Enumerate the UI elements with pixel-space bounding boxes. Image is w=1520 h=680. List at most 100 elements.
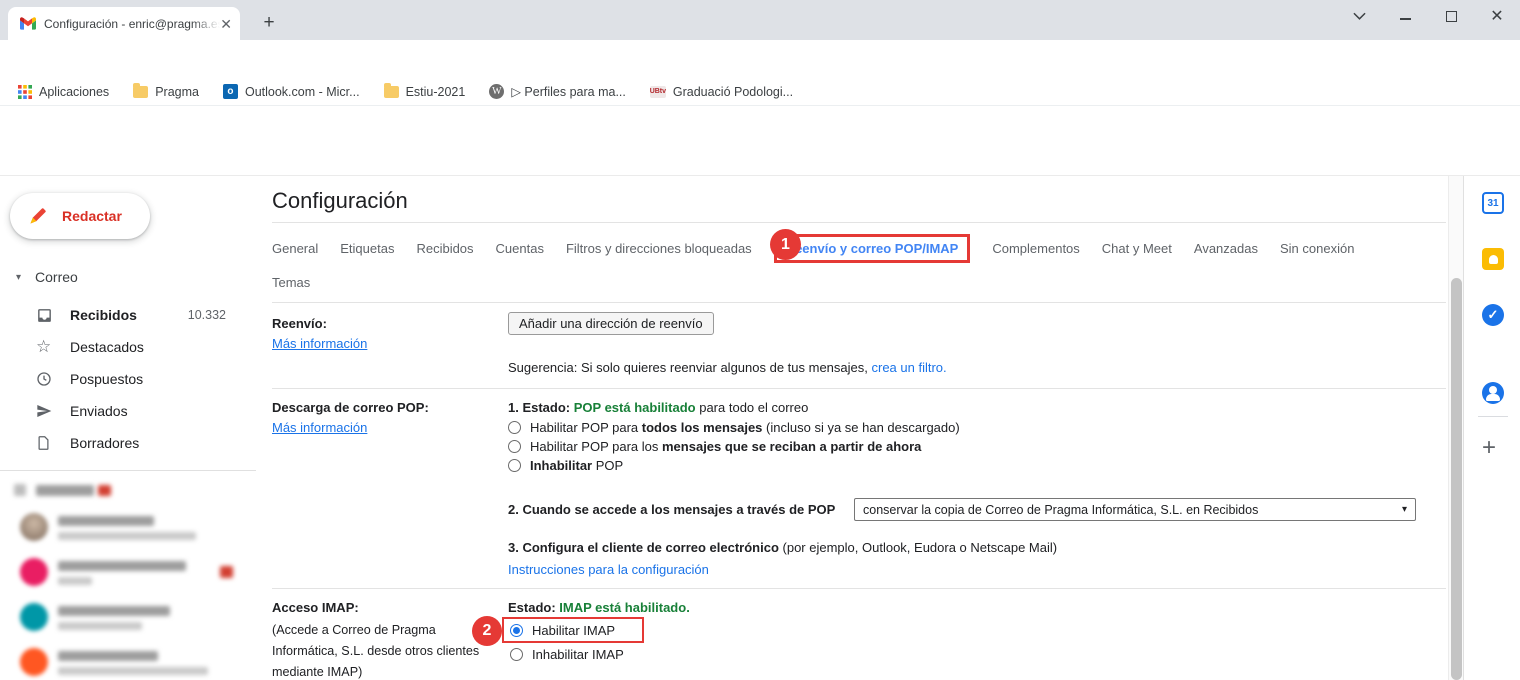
tab-avanzadas[interactable]: Avanzadas	[1194, 241, 1258, 256]
sidebar-item-label: Recibidos	[70, 307, 137, 323]
tasks-icon[interactable]: ✓	[1482, 304, 1504, 326]
imap-sublabel: (Accede a Correo de Pragma Informática, …	[272, 623, 480, 679]
pop-when-label: 2. Cuando se accede a los mensajes a tra…	[508, 502, 836, 517]
get-addons-plus-icon[interactable]: +	[1482, 434, 1496, 462]
bookmark-label: Graduació Podologi...	[672, 84, 794, 99]
tab-temas[interactable]: Temas	[272, 275, 310, 290]
avatar	[20, 558, 48, 586]
tab-sin-conexion[interactable]: Sin conexión	[1280, 241, 1354, 256]
bookmark-estiu[interactable]: Estiu-2021	[383, 82, 466, 99]
imap-label: Acceso IMAP:	[272, 600, 359, 615]
pop-more-link[interactable]: Más información	[272, 420, 367, 435]
star-icon: ☆	[36, 337, 52, 356]
imap-status-prefix: Estado:	[508, 600, 560, 615]
inbox-icon	[36, 307, 54, 324]
tab-cuentas[interactable]: Cuentas	[496, 241, 544, 256]
new-tab-button[interactable]: +	[256, 10, 282, 36]
bookmark-perfiles[interactable]: W ▷ Perfiles para ma...	[489, 84, 626, 99]
pop-status-prefix: 1. Estado:	[508, 400, 574, 415]
keep-icon[interactable]	[1482, 248, 1504, 270]
avatar	[20, 603, 48, 631]
avatar	[20, 648, 48, 676]
gmail-header: Gmail Activo ▾ ? ⚙ PRAGMA E	[0, 106, 1520, 274]
pop-option-from-now[interactable]: Habilitar POP para los mensajes que se r…	[508, 439, 921, 454]
chat-contact[interactable]	[0, 513, 256, 553]
bookmark-label: Outlook.com - Micr...	[244, 84, 360, 99]
tab-reenvio-pop-imap[interactable]: Reenvío y correo POP/IMAP	[773, 233, 971, 263]
bookmark-label: Estiu-2021	[405, 84, 466, 99]
unread-count: 10.332	[187, 308, 226, 322]
add-forwarding-address-button[interactable]: Añadir una dirección de reenvío	[508, 312, 714, 335]
sidebar-item-inbox[interactable]: Recibidos 10.332	[0, 299, 248, 331]
hint-text: Sugerencia: Si solo quieres reenviar alg…	[508, 360, 872, 375]
clock-icon	[36, 371, 54, 387]
bookmark-label: ▷ Perfiles para ma...	[511, 85, 626, 99]
select-arrow-icon: ▾	[1401, 504, 1407, 515]
tab-recibidos[interactable]: Recibidos	[416, 241, 473, 256]
calendar-icon[interactable]: 31	[1482, 192, 1504, 214]
tab-search-icon[interactable]	[1336, 0, 1382, 32]
wordpress-icon: W	[489, 84, 505, 99]
sidebar-item-label: Destacados	[70, 339, 144, 355]
chat-contact[interactable]	[0, 603, 256, 643]
radio-unchecked[interactable]	[508, 440, 521, 453]
chat-contact[interactable]	[0, 648, 256, 680]
bookmarks-bar: Aplicaciones Pragma o Outlook.com - Micr.…	[0, 78, 1520, 106]
pencil-icon	[30, 208, 46, 224]
settings-content: Configuración General Etiquetas Recibido…	[256, 176, 1448, 680]
annotation-step-2: 2	[472, 616, 502, 646]
sidebar-item-label: Enviados	[70, 403, 128, 419]
sidebar-item-drafts[interactable]: Borradores	[0, 427, 248, 459]
tab-chat-meet[interactable]: Chat y Meet	[1102, 241, 1172, 256]
pop-copy-select[interactable]: conservar la copia de Correo de Pragma I…	[854, 498, 1416, 521]
radio-unchecked[interactable]	[508, 421, 521, 434]
bookmark-outlook[interactable]: o Outlook.com - Micr...	[222, 84, 360, 99]
send-icon	[36, 403, 54, 419]
pop-status-suffix: para todo el correo	[695, 400, 809, 415]
mail-section-label: Correo	[35, 269, 78, 285]
bookmark-label: Aplicaciones	[39, 84, 110, 99]
compose-label: Redactar	[62, 208, 122, 224]
compose-button[interactable]: Redactar	[10, 193, 150, 239]
avatar	[20, 513, 48, 541]
chat-contact[interactable]	[0, 558, 256, 598]
settings-tabs: General Etiquetas Recibidos Cuentas Filt…	[272, 232, 1354, 264]
pop-option-disable[interactable]: Inhabilitar POP	[508, 458, 623, 473]
maximize-button[interactable]	[1428, 0, 1474, 32]
sidebar-item-sent[interactable]: Enviados	[0, 395, 248, 427]
imap-option-disable[interactable]: Inhabilitar IMAP	[510, 647, 624, 662]
bookmark-graduacio[interactable]: UBtv Graduació Podologi...	[650, 85, 793, 99]
bookmark-apps[interactable]: Aplicaciones	[18, 84, 110, 99]
browser-tab[interactable]: Configuración - enric@pragma.es ✕	[8, 7, 240, 40]
tab-close-icon[interactable]: ✕	[220, 17, 232, 31]
pop-option-all[interactable]: Habilitar POP para todos los mensajes (i…	[508, 420, 960, 435]
forwarding-hint: Sugerencia: Si solo quieres reenviar alg…	[508, 360, 947, 375]
create-filter-link[interactable]: crea un filtro.	[872, 360, 947, 375]
configuration-instructions-link[interactable]: Instrucciones para la configuración	[508, 562, 709, 577]
sidebar-item-starred[interactable]: ☆ Destacados	[0, 331, 248, 363]
pop-configure-line: 3. Configura el cliente de correo electr…	[508, 540, 1058, 555]
radio-unchecked[interactable]	[508, 459, 521, 472]
radio-unchecked[interactable]	[510, 648, 523, 661]
browser-toolbar: ← → ↻ https://mail.google.com/mail/u/0/?…	[0, 40, 1520, 114]
tab-etiquetas[interactable]: Etiquetas	[340, 241, 394, 256]
tab-general[interactable]: General	[272, 241, 318, 256]
contacts-icon[interactable]	[1482, 382, 1504, 404]
browser-window: Configuración - enric@pragma.es ✕ + ✕ ← …	[0, 0, 1520, 680]
scrollbar-thumb[interactable]	[1451, 278, 1462, 680]
google-side-rail: 31 ✓ +	[1463, 176, 1520, 680]
forwarding-more-link[interactable]: Más información	[272, 336, 367, 351]
minimize-button[interactable]	[1382, 0, 1428, 32]
sidebar-divider	[0, 470, 256, 471]
mail-section-toggle[interactable]: ▾ Correo	[16, 269, 78, 285]
annotation-step-1: 1	[770, 229, 801, 260]
bookmark-pragma[interactable]: Pragma	[133, 82, 199, 99]
page-scrollbar[interactable]	[1448, 176, 1463, 680]
close-window-button[interactable]: ✕	[1474, 0, 1520, 32]
sidebar-item-snoozed[interactable]: Pospuestos	[0, 363, 248, 395]
tab-filtros[interactable]: Filtros y direcciones bloqueadas	[566, 241, 752, 256]
pop-status-line: 1. Estado: POP está habilitado para todo…	[508, 400, 808, 415]
folder-icon	[133, 82, 149, 98]
pop-status-highlight: POP está habilitado	[573, 400, 696, 415]
tab-complementos[interactable]: Complementos	[992, 241, 1079, 256]
